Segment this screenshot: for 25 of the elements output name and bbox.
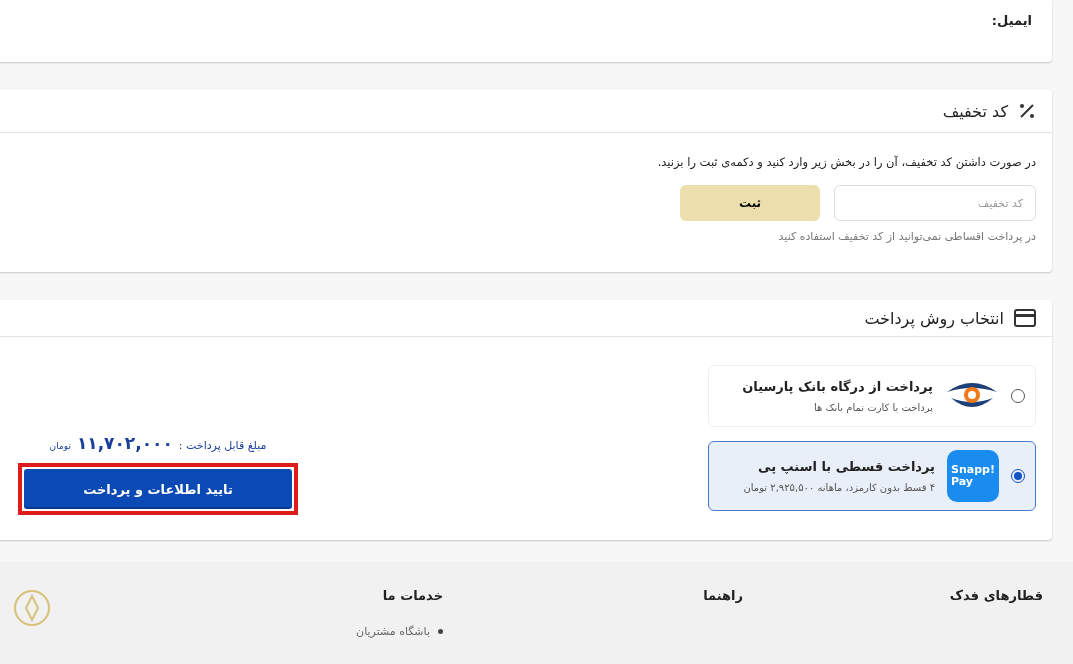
payment-option[interactable]: پرداخت از درگاه بانک پارسیان پرداخت با کارت تمام بانک ها: [708, 365, 1036, 427]
credit-card-icon: [1014, 309, 1036, 327]
amount-label: مبلغ قابل پرداخت :: [178, 439, 267, 452]
amount-value: ۱۱,۷۰۲,۰۰۰: [76, 433, 173, 453]
discount-code-field[interactable]: کد تخفیف: [834, 185, 1036, 221]
installment-note: در پرداخت اقساطی نمی‌توانید از کد تخفیف استفاده کنید: [778, 230, 1036, 243]
confirm-pay-button[interactable]: تایید اطلاعات و پرداخت: [24, 469, 292, 509]
option-subtitle: ۴ قسط بدون کارمزد، ماهانه ۲,۹۲۵,۵۰۰ تومان: [743, 482, 935, 493]
payment-title: انتخاب روش پرداخت: [864, 308, 1004, 328]
footer-heading: خدمات ما: [381, 588, 443, 603]
snapp-pay-logo: Snapp! Pay: [947, 450, 999, 502]
discount-instruction: در صورت داشتن کد تخفیف، آن را در بخش زیر وارد کنید و دکمه‌ی ثبت را بزنید.: [657, 155, 1036, 169]
email-label: ایمیل:: [991, 13, 1032, 28]
currency-label: تومان: [49, 441, 71, 451]
option-title: پرداخت از درگاه بانک پارسیان: [742, 379, 933, 394]
submit-button[interactable]: ثبت: [680, 185, 820, 221]
option-title: پرداخت قسطی با اسنپ پی: [757, 459, 935, 474]
footer-link[interactable]: باشگاه مشتریان: [356, 625, 430, 638]
bullet-icon: [438, 629, 443, 634]
discount-title: کد تخفیف: [942, 101, 1008, 121]
footer-heading: قطارهای فدک: [948, 588, 1043, 603]
footer-heading: راهنما: [702, 588, 743, 603]
percent-icon: [1018, 102, 1036, 120]
emblem-icon: [12, 588, 52, 628]
option-subtitle: پرداخت با کارت تمام بانک ها: [813, 402, 933, 413]
